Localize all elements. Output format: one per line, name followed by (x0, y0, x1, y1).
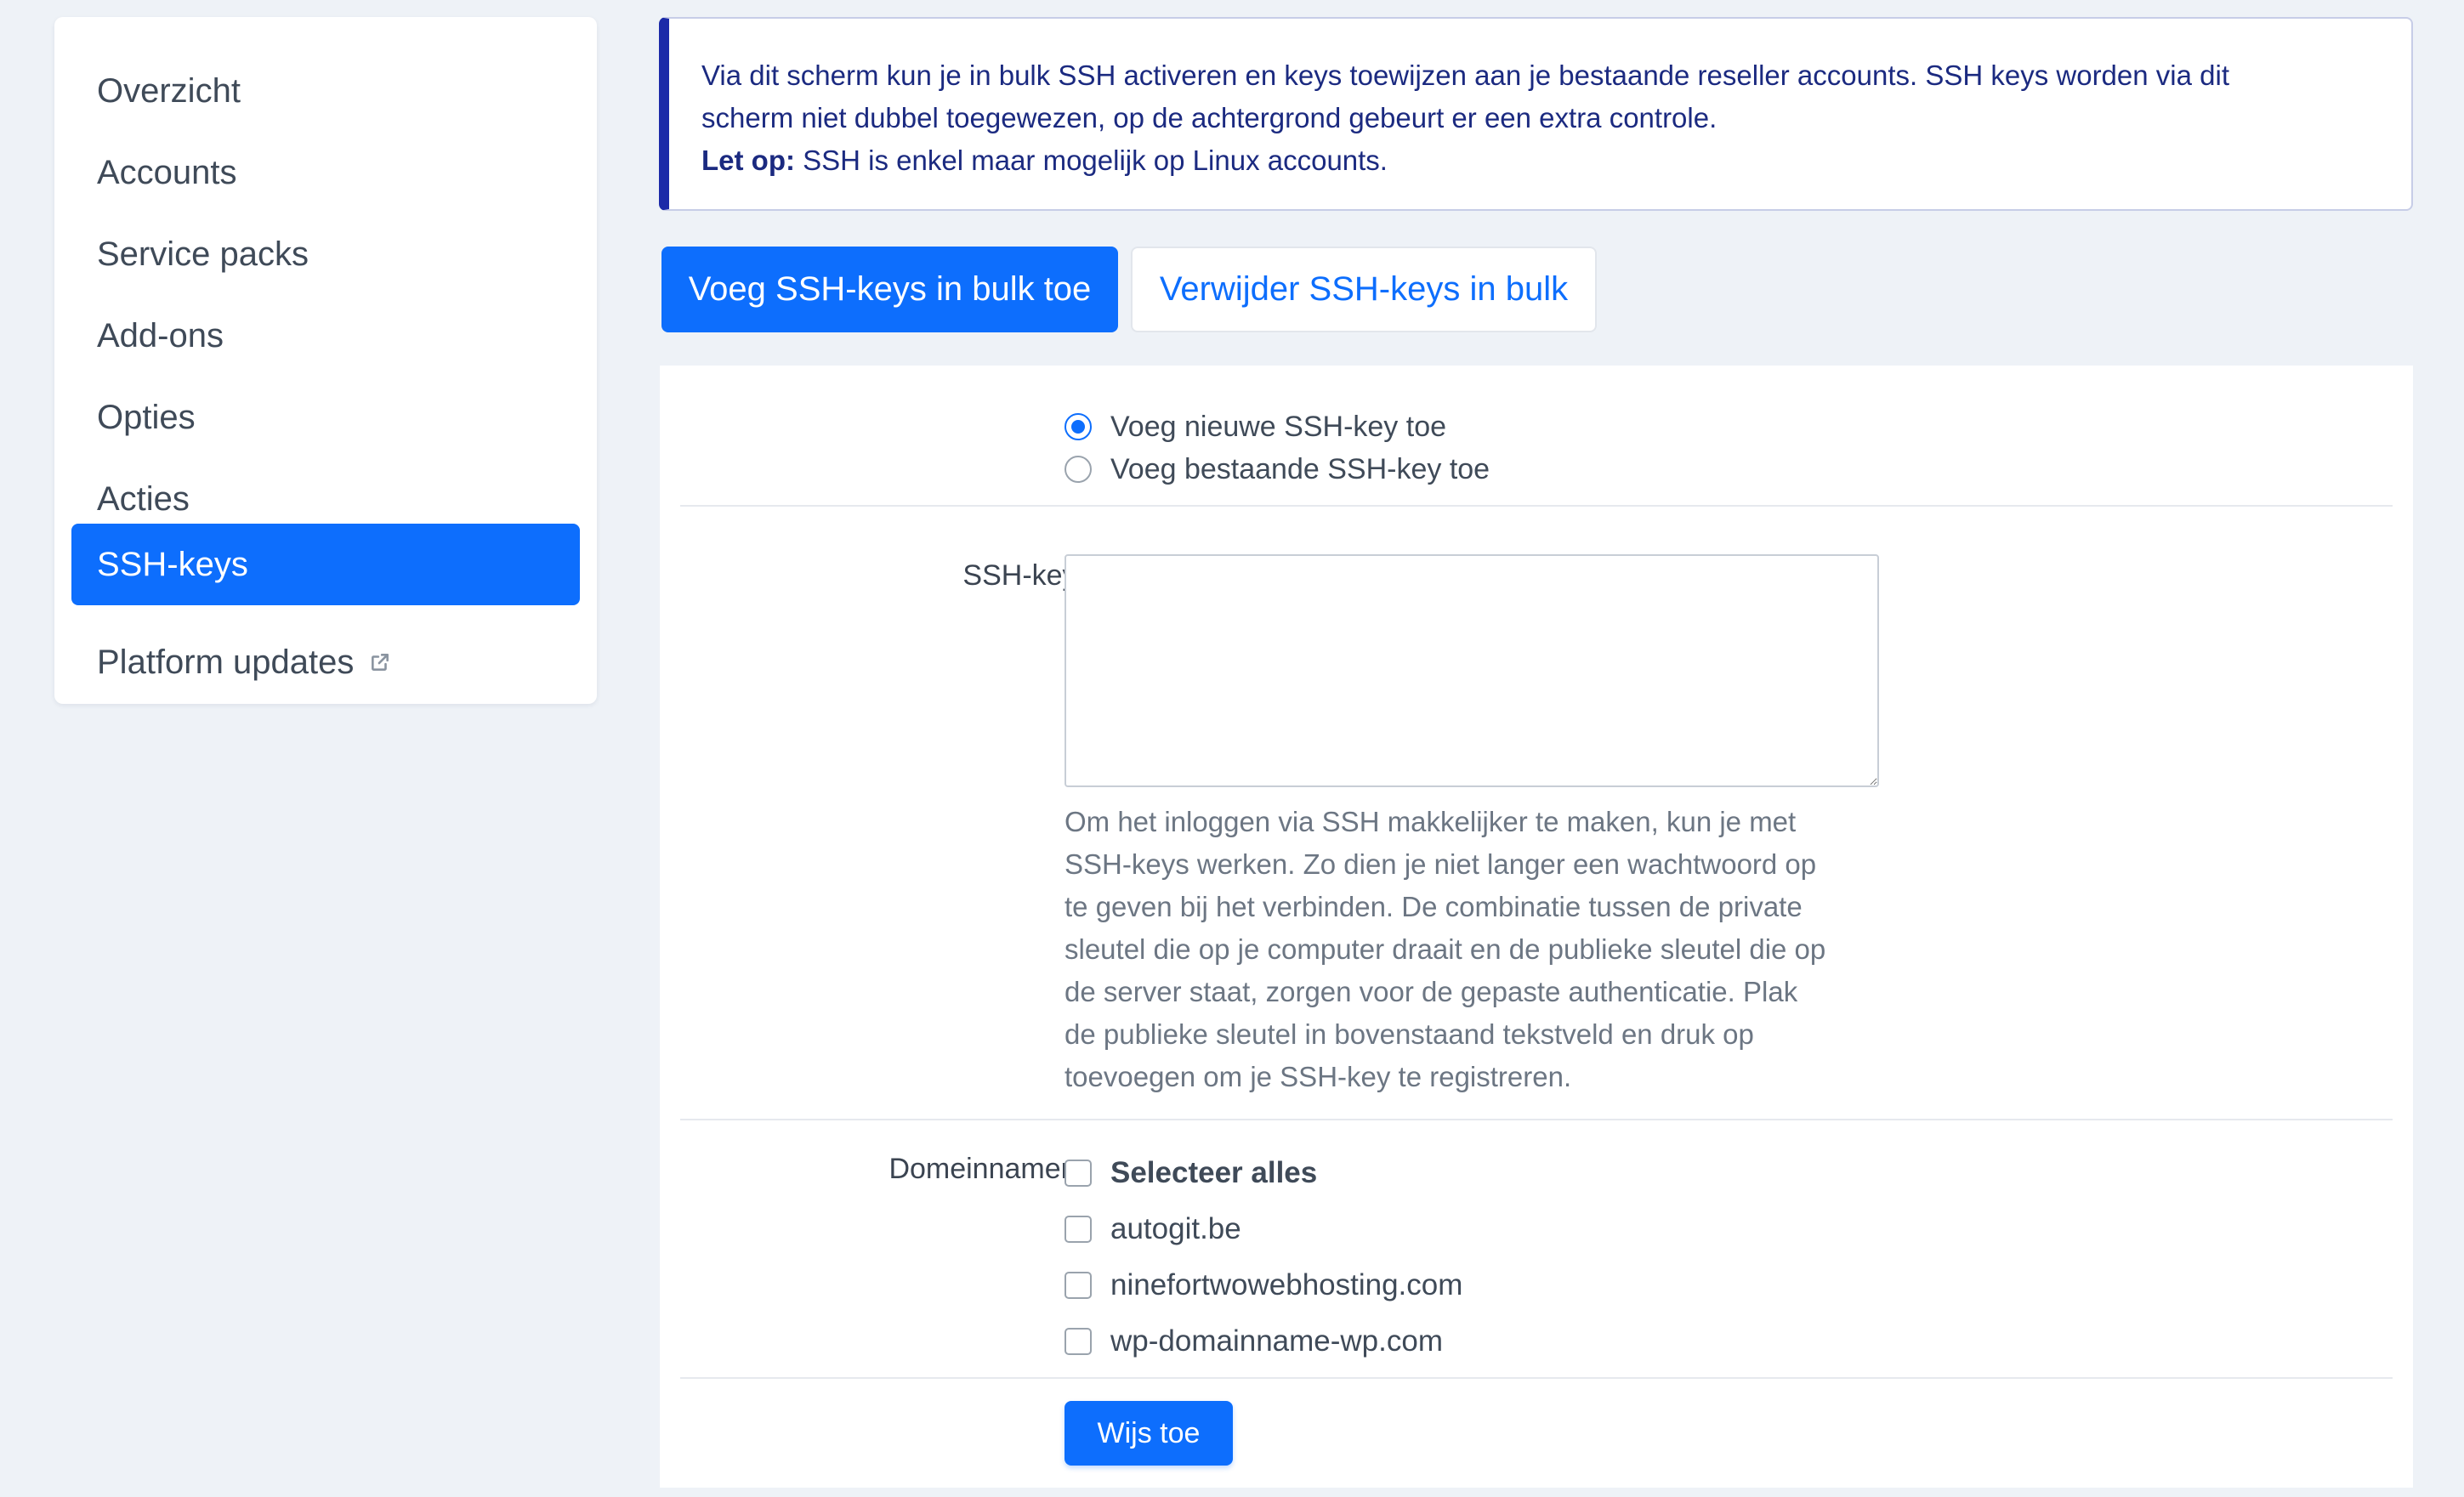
sidebar-item-label: Service packs (97, 235, 309, 273)
sidebar-item-opties[interactable]: Opties (71, 377, 580, 458)
ssh-key-form-panel: Voeg nieuwe SSH-key toe Voeg bestaande S… (660, 366, 2413, 1488)
domain-checkbox-row[interactable]: wp-domainname-wp.com (1065, 1324, 1443, 1358)
assign-submit-button[interactable]: Wijs toe (1065, 1401, 1233, 1466)
select-all-checkbox[interactable] (1065, 1160, 1092, 1187)
radio-label: Voeg bestaande SSH-key toe (1110, 452, 1490, 485)
radio-button[interactable] (1065, 456, 1092, 483)
sidebar-item-label: Accounts (97, 153, 237, 191)
tab-remove-ssh-keys-bulk[interactable]: Verwijder SSH-keys in bulk (1131, 247, 1597, 332)
sidebar-item-platform-updates[interactable]: Platform updates (71, 621, 580, 703)
sidebar-item-add-ons[interactable]: Add-ons (71, 295, 580, 377)
domain-label: ninefortwowebhosting.com (1110, 1268, 1463, 1301)
select-all-checkbox-row[interactable]: Selecteer alles (1065, 1156, 1317, 1190)
ssh-key-textarea[interactable] (1065, 554, 1879, 787)
sidebar-item-label: Add-ons (97, 316, 224, 354)
domain-checkbox-row[interactable]: ninefortwowebhosting.com (1065, 1268, 1462, 1302)
info-notice: Via dit scherm kun je in bulk SSH active… (659, 17, 2413, 211)
notice-line-2: scherm niet dubbel toegewezen, op de ach… (701, 102, 1717, 133)
domain-label: autogit.be (1110, 1212, 1241, 1245)
radio-label: Voeg nieuwe SSH-key toe (1110, 410, 1447, 443)
help-line: Om het inloggen via SSH makkelijker te m… (1065, 806, 1797, 837)
sidebar-item-overzicht[interactable]: Overzicht (71, 50, 580, 132)
domain-checkbox-row[interactable]: autogit.be (1065, 1212, 1241, 1246)
notice-note-text: SSH is enkel maar mogelijk op Linux acco… (794, 145, 1388, 176)
sidebar-item-label: Opties (97, 398, 196, 436)
ssh-key-help-text: Om het inloggen via SSH makkelijker te m… (1065, 801, 1906, 1098)
select-all-label: Selecteer alles (1110, 1156, 1318, 1189)
sidebar-item-label: Acties (97, 479, 190, 518)
sidebar-item-ssh-keys[interactable]: SSH-keys (71, 524, 580, 605)
section-divider (680, 1119, 2393, 1120)
radio-new-ssh-key[interactable]: Voeg nieuwe SSH-key toe (1065, 410, 1446, 444)
tab-add-ssh-keys-bulk[interactable]: Voeg SSH-keys in bulk toe (661, 247, 1118, 332)
radio-button-checked[interactable] (1065, 413, 1092, 440)
domain-label: wp-domainname-wp.com (1110, 1324, 1443, 1358)
section-divider (680, 1377, 2393, 1379)
domain-checkbox[interactable] (1065, 1272, 1092, 1299)
help-line: sleutel die op je computer draait en de … (1065, 933, 1826, 965)
sidebar-nav: Overzicht Accounts Service packs Add-ons… (54, 17, 597, 704)
help-line: SSH-keys werken. Zo dien je niet langer … (1065, 848, 1817, 880)
sidebar-item-label: Overzicht (97, 71, 241, 110)
domain-checkbox[interactable] (1065, 1328, 1092, 1355)
sidebar-item-service-packs[interactable]: Service packs (71, 213, 580, 295)
help-line: de server staat, zorgen voor de gepaste … (1065, 976, 1798, 1007)
radio-existing-ssh-key[interactable]: Voeg bestaande SSH-key toe (1065, 452, 1490, 486)
notice-line-1: Via dit scherm kun je in bulk SSH active… (701, 60, 2229, 91)
sidebar-item-label: SSH-keys (97, 545, 248, 583)
sidebar-item-label: Platform updates (97, 643, 355, 681)
domain-checkbox[interactable] (1065, 1216, 1092, 1243)
notice-note-label: Let op: (701, 145, 795, 176)
help-line: te geven bij het verbinden. De combinati… (1065, 891, 1803, 922)
sidebar-item-accounts[interactable]: Accounts (71, 132, 580, 213)
help-line: toevoegen om je SSH-key te registreren. (1065, 1061, 1572, 1092)
help-line: de publieke sleutel in bovenstaand tekst… (1065, 1018, 1754, 1050)
notice-note: Let op: SSH is enkel maar mogelijk op Li… (701, 139, 2411, 182)
section-divider (680, 505, 2393, 507)
domains-label: Domeinnamen: (889, 1153, 1085, 1185)
external-link-icon (369, 651, 391, 673)
